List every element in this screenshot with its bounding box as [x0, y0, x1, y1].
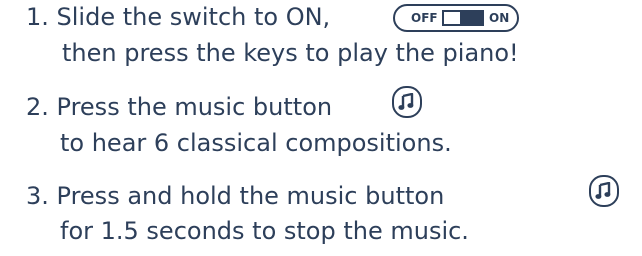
- music-note-glyph: [398, 93, 414, 110]
- step-1-line-2: then press the keys to play the piano!: [62, 39, 519, 67]
- switch-track: [442, 10, 484, 26]
- music-note-icon: [589, 175, 619, 207]
- off-on-switch-icon: OFF ON: [393, 4, 519, 32]
- switch-knob: [460, 12, 482, 24]
- step-3-line-1: 3. Press and hold the music button: [26, 182, 445, 210]
- music-note-glyph: [595, 182, 611, 199]
- music-note-icon: [392, 86, 422, 118]
- step-2-line-1: 2. Press the music button: [26, 93, 333, 121]
- step-2-line-2: to hear 6 classical compositions.: [60, 129, 452, 157]
- switch-on-label: ON: [489, 11, 510, 25]
- step-3-line-2: for 1.5 seconds to stop the music.: [60, 217, 469, 245]
- step-1-line-1: 1. Slide the switch to ON,: [26, 3, 331, 31]
- switch-off-label: OFF: [411, 11, 438, 25]
